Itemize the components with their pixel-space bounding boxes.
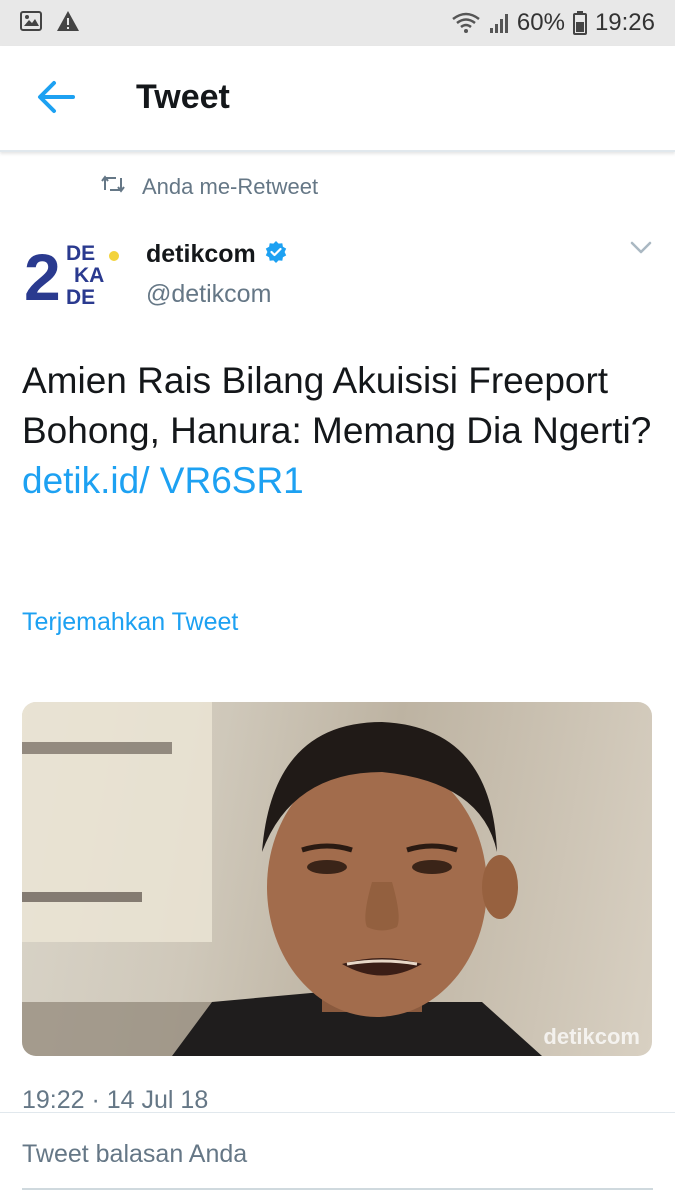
- warning-icon: [56, 10, 80, 32]
- retweet-icon: [100, 174, 126, 200]
- retweet-context: Anda me-Retweet: [100, 172, 318, 202]
- author-name-row[interactable]: detikcom: [146, 240, 288, 269]
- tweet-body: Amien Rais Bilang Akuisisi Freeport Boho…: [22, 360, 652, 451]
- avatar-line-2: KA: [74, 264, 104, 287]
- avatar-numeral: 2: [24, 240, 61, 310]
- avatar-line-3: DE: [66, 286, 95, 309]
- avatar[interactable]: 2 DE KA DE: [22, 238, 122, 314]
- tweet-timestamp: 19:22 · 14 Jul 18: [22, 1086, 209, 1114]
- verified-badge-icon: [264, 240, 288, 269]
- status-bar: 60% 19:26: [0, 0, 675, 46]
- arrow-left-icon: [36, 80, 76, 119]
- photo-illustration: [22, 702, 542, 1056]
- signal-icon: [489, 12, 509, 34]
- page-title: Tweet: [136, 78, 230, 116]
- reply-underline: [22, 1188, 653, 1190]
- app-bar: Tweet: [0, 46, 675, 152]
- battery-percent: 60%: [516, 9, 565, 36]
- wifi-icon: [451, 12, 481, 34]
- tweet-link[interactable]: detik.id/ VR6SR1: [22, 460, 304, 501]
- author-handle[interactable]: @detikcom: [146, 280, 271, 309]
- tweet-photo[interactable]: detikcom: [22, 702, 652, 1056]
- translate-tweet-link[interactable]: Terjemahkan Tweet: [22, 608, 238, 637]
- divider: [0, 1112, 675, 1113]
- retweet-context-label: Anda me-Retweet: [142, 174, 319, 199]
- clock: 19:26: [594, 9, 655, 36]
- tweet-text: Amien Rais Bilang Akuisisi Freeport Boho…: [22, 356, 652, 506]
- display-name[interactable]: detikcom: [146, 240, 256, 269]
- battery-icon: [572, 11, 587, 35]
- photo-watermark: detikcom: [543, 1024, 640, 1049]
- status-bar-left: [20, 10, 80, 32]
- image-icon: [20, 11, 42, 31]
- avatar-line-1: DE: [66, 242, 95, 265]
- reply-input[interactable]: Tweet balasan Anda: [22, 1140, 247, 1169]
- status-bar-right: 60% 19:26: [451, 0, 655, 46]
- back-button[interactable]: [30, 78, 82, 120]
- chevron-down-icon: [629, 241, 653, 260]
- more-options-button[interactable]: [629, 240, 653, 260]
